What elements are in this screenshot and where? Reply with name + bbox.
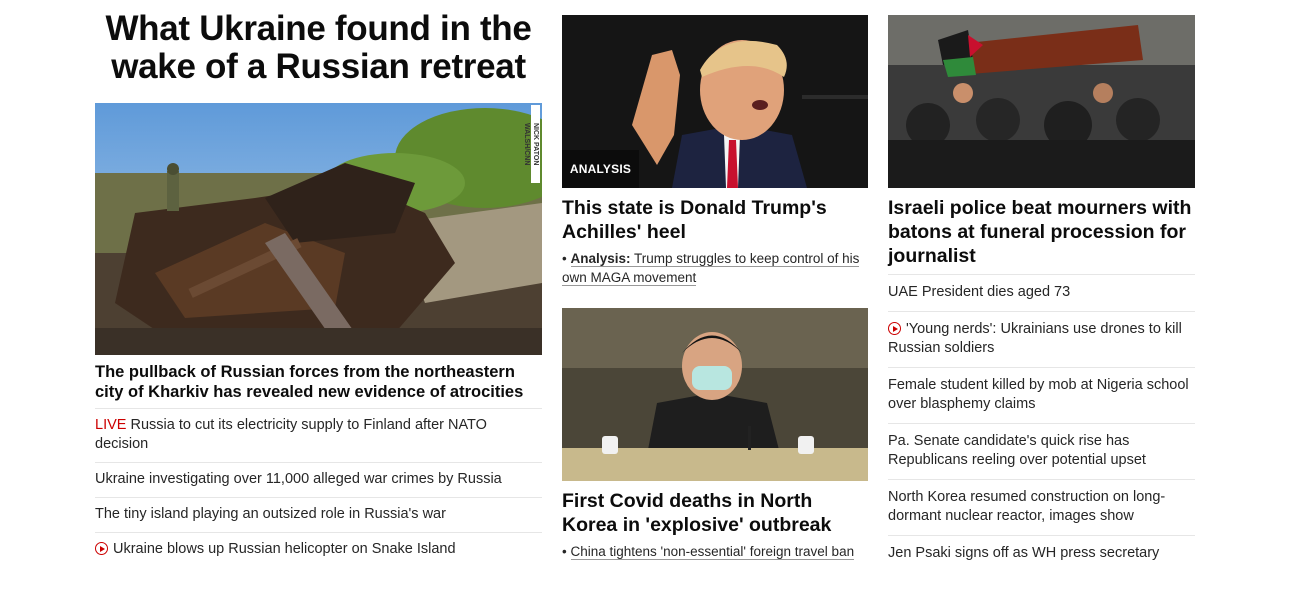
list-item-text: Female student killed by mob at Nigeria …: [888, 377, 1189, 412]
trump-photo[interactable]: ANALYSIS: [562, 15, 868, 188]
more-stories-list: UAE President dies aged 73 'Young nerds'…: [888, 274, 1195, 572]
list-item-text: Ukraine blows up Russian helicopter on S…: [113, 541, 456, 557]
list-item[interactable]: Pa. Senate candidate's quick rise has Re…: [888, 423, 1195, 479]
list-item[interactable]: UAE President dies aged 73: [888, 274, 1195, 311]
play-circle-icon: [888, 322, 901, 335]
list-item-text: Russia to cut its electricity supply to …: [95, 417, 487, 452]
image-credit: NICK PATON WALSH/CNN: [523, 105, 540, 183]
list-item-text: North Korea resumed construction on long…: [888, 489, 1166, 524]
list-item[interactable]: 'Young nerds': Ukrainians use drones to …: [888, 311, 1195, 367]
live-label: LIVE: [95, 417, 127, 433]
lead-headline[interactable]: What Ukraine found in the wake of a Russ…: [95, 10, 542, 86]
covid-headline[interactable]: First Covid deaths in North Korea in 'ex…: [562, 489, 868, 537]
destroyed-tank-illustration: [95, 103, 542, 355]
lead-story-column: What Ukraine found in the wake of a Russ…: [95, 10, 542, 557]
list-item[interactable]: Female student killed by mob at Nigeria …: [888, 367, 1195, 423]
trump-headline[interactable]: This state is Donald Trump's Achilles' h…: [562, 196, 868, 244]
funeral-procession-photo[interactable]: [888, 15, 1195, 188]
kim-jong-un-photo[interactable]: [562, 308, 868, 481]
destroyed-tank-image[interactable]: NICK PATON WALSH/CNN: [95, 103, 542, 355]
trump-analysis-link[interactable]: • Analysis: Trump struggles to keep cont…: [562, 249, 868, 287]
lead-subheadline[interactable]: The pullback of Russian forces from the …: [95, 362, 542, 402]
list-item-text: 'Young nerds': Ukrainians use drones to …: [888, 321, 1182, 356]
bullet: •: [562, 544, 567, 559]
analysis-badge: ANALYSIS: [562, 150, 639, 188]
list-item[interactable]: LIVE Russia to cut its electricity suppl…: [95, 408, 542, 462]
list-item[interactable]: The tiny island playing an outsized role…: [95, 497, 542, 532]
list-item-text: UAE President dies aged 73: [888, 284, 1071, 300]
china-travel-link[interactable]: • China tightens 'non-essential' foreign…: [562, 542, 868, 561]
play-circle-icon: [95, 542, 108, 555]
china-travel-text: China tightens 'non-essential' foreign t…: [570, 544, 855, 560]
list-item-text: Ukraine investigating over 11,000 allege…: [95, 471, 502, 487]
kim-photo-illustration: [562, 308, 868, 481]
list-item-text: Pa. Senate candidate's quick rise has Re…: [888, 433, 1146, 468]
list-item[interactable]: North Korea resumed construction on long…: [888, 479, 1195, 535]
funeral-headline[interactable]: Israeli police beat mourners with batons…: [888, 196, 1195, 268]
bullet: •: [562, 251, 567, 266]
police-photo-illustration: [888, 15, 1195, 188]
analysis-label: Analysis:: [570, 251, 631, 266]
related-stories-list: LIVE Russia to cut its electricity suppl…: [95, 408, 542, 567]
list-item[interactable]: Ukraine investigating over 11,000 allege…: [95, 462, 542, 497]
list-item[interactable]: Jen Psaki signs off as WH press secretar…: [888, 535, 1195, 572]
list-item[interactable]: Ukraine blows up Russian helicopter on S…: [95, 532, 542, 567]
list-item-text: The tiny island playing an outsized role…: [95, 506, 446, 522]
list-item-text: Jen Psaki signs off as WH press secretar…: [888, 545, 1160, 561]
